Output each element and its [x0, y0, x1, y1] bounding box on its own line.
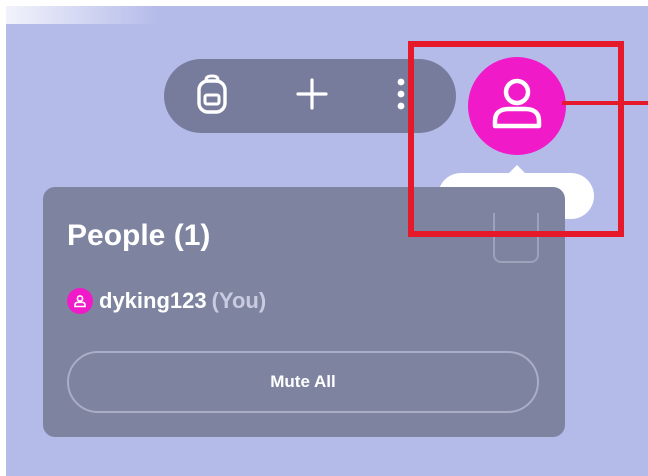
user-avatar-icon	[67, 288, 93, 314]
annotation-pointer-line	[562, 101, 648, 105]
corner-shade	[6, 6, 160, 24]
mute-all-button[interactable]: Mute All	[67, 351, 539, 413]
add-button[interactable]	[282, 59, 342, 133]
more-vertical-icon	[393, 76, 405, 117]
plus-icon	[295, 77, 329, 116]
backpack-icon	[195, 73, 229, 119]
backpack-button[interactable]	[182, 59, 242, 133]
user-you-label: (You)	[211, 288, 267, 313]
people-panel-title: People (1)	[67, 219, 211, 252]
app-scene: Edit Avatar People (1) dyking123 (You) M…	[6, 6, 648, 476]
user-name: dyking123	[99, 288, 207, 313]
user-list-item[interactable]: dyking123 (You)	[67, 286, 266, 316]
annotation-highlight-box	[408, 41, 624, 237]
